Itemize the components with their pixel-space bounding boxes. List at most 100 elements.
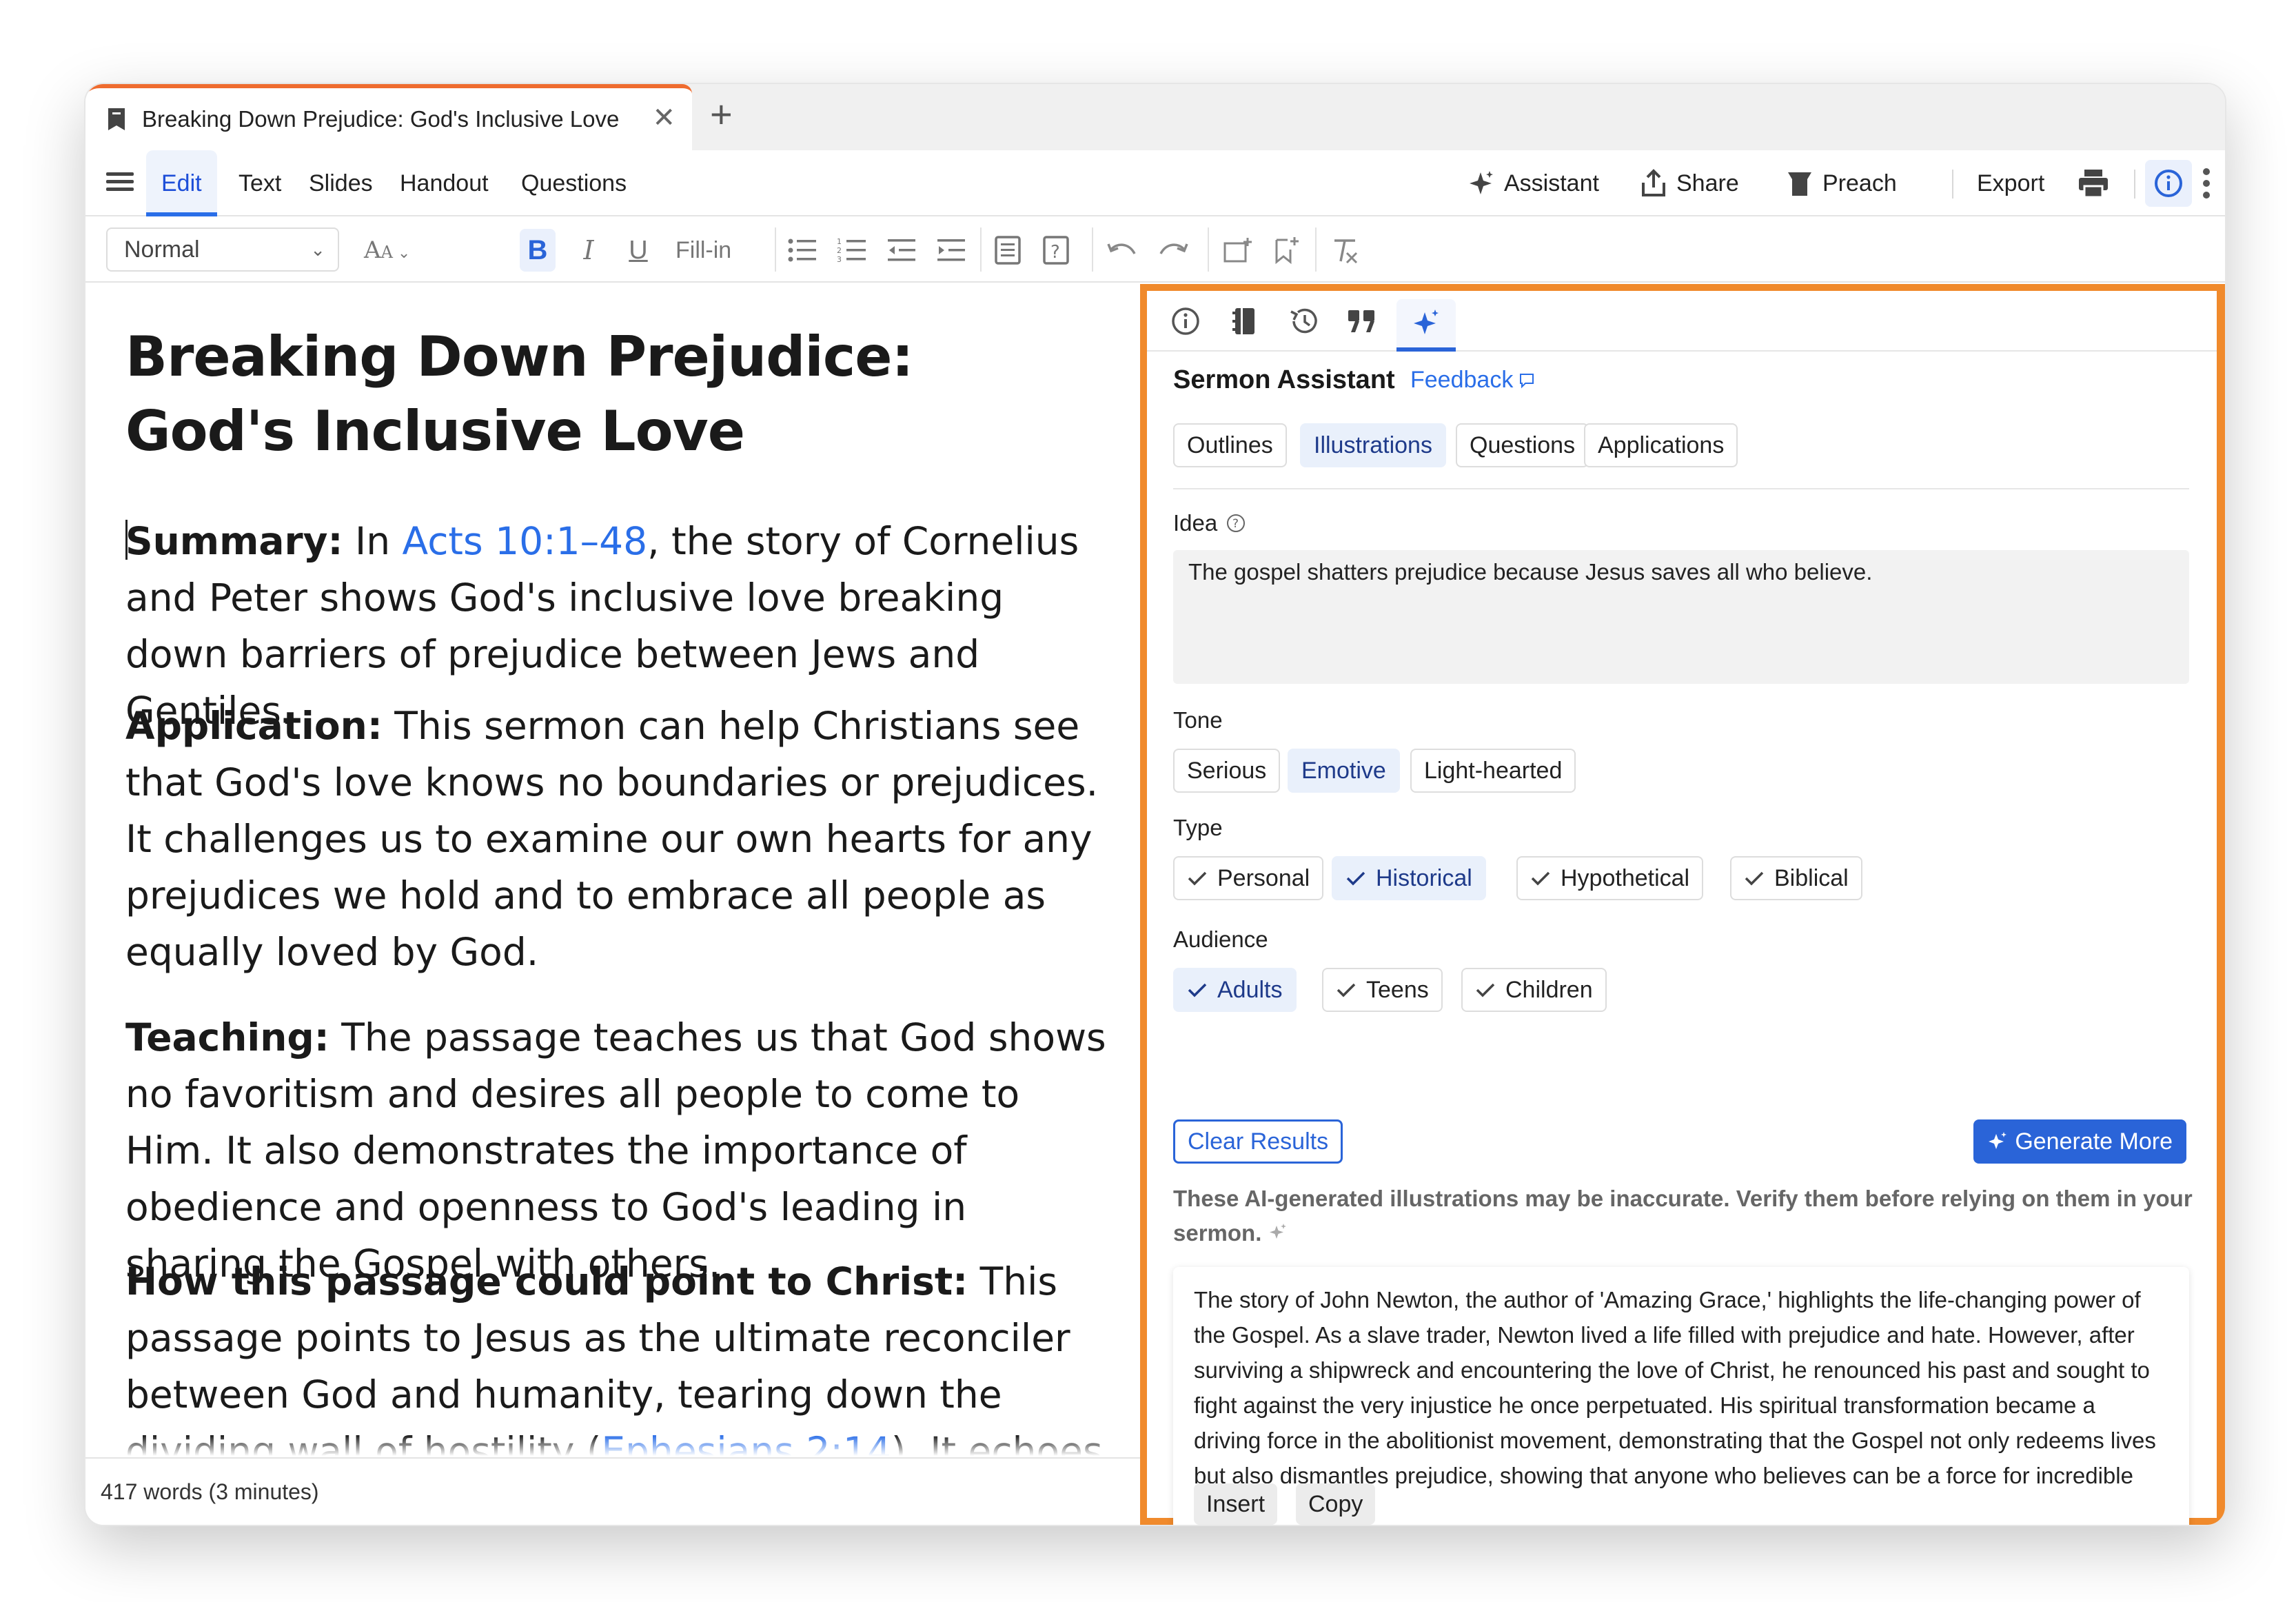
italic-icon: I xyxy=(583,235,594,265)
audience-children[interactable]: Children xyxy=(1461,968,1607,1012)
undo-icon xyxy=(1107,243,1136,254)
check-icon xyxy=(1346,871,1365,886)
print-button[interactable] xyxy=(2077,150,2109,216)
tone-label: Tone xyxy=(1173,707,1223,733)
bullet-list-icon xyxy=(788,239,816,262)
teaching-paragraph[interactable]: Teaching: The passage teaches us that Go… xyxy=(125,1009,1111,1292)
copy-button[interactable]: Copy xyxy=(1296,1483,1376,1525)
audience-children-label: Children xyxy=(1505,977,1593,1003)
feedback-label: Feedback xyxy=(1410,367,1514,393)
new-tab-button[interactable]: + xyxy=(710,94,733,135)
acts-reference-link[interactable]: Acts 10:1–48 xyxy=(403,519,648,563)
question-block-button[interactable]: ? xyxy=(1038,229,1074,272)
audience-label: Audience xyxy=(1173,926,1268,952)
mode-illustrations[interactable]: Illustrations xyxy=(1300,423,1446,467)
info-icon xyxy=(2155,170,2182,197)
christ-paragraph[interactable]: How this passage could point to Christ: … xyxy=(125,1253,1111,1456)
sparkle-icon xyxy=(1269,1224,1286,1239)
assistant-label: Assistant xyxy=(1504,170,1599,196)
check-icon xyxy=(1188,871,1207,886)
type-historical[interactable]: Historical xyxy=(1332,856,1486,900)
preach-button[interactable]: Preach xyxy=(1787,150,1897,216)
assistant-button[interactable]: Assistant xyxy=(1467,150,1599,216)
panel-tab-quotes[interactable] xyxy=(1337,299,1387,343)
chevron-down-icon: ⌄ xyxy=(310,239,325,260)
add-slide-button[interactable] xyxy=(1220,229,1256,272)
italic-button[interactable]: I xyxy=(571,229,607,272)
undo-button[interactable] xyxy=(1104,229,1140,272)
close-tab-icon[interactable]: ✕ xyxy=(652,102,675,134)
application-paragraph[interactable]: Application: This sermon can help Christ… xyxy=(125,698,1111,980)
feedback-link[interactable]: Feedback xyxy=(1410,367,1535,394)
christ-label: How this passage could point to Christ: xyxy=(125,1259,968,1304)
sermon-editor[interactable]: Breaking Down Prejudice: God's Inclusive… xyxy=(85,284,1140,1456)
outdent-button[interactable] xyxy=(884,229,920,272)
sparkle-icon xyxy=(1414,310,1439,334)
menu-text[interactable]: Text xyxy=(238,150,281,216)
idea-label: Idea ? xyxy=(1173,510,1246,536)
type-personal[interactable]: Personal xyxy=(1173,856,1324,900)
audience-teens[interactable]: Teens xyxy=(1322,968,1443,1012)
panel-tab-assistant[interactable] xyxy=(1396,299,1456,352)
summary-label: Summary: xyxy=(125,519,343,563)
clear-results-button[interactable]: Clear Results xyxy=(1173,1119,1343,1164)
tone-emotive[interactable]: Emotive xyxy=(1288,749,1400,793)
underline-button[interactable]: U xyxy=(620,229,656,272)
generate-more-button[interactable]: Generate More xyxy=(1973,1119,2186,1164)
fill-in-button[interactable]: Fill-in xyxy=(675,229,731,272)
menu-questions[interactable]: Questions xyxy=(521,150,627,216)
mode-outlines[interactable]: Outlines xyxy=(1173,423,1287,467)
toolbar-divider xyxy=(1092,227,1093,272)
document-title[interactable]: Breaking Down Prejudice: God's Inclusive… xyxy=(125,320,1090,469)
type-biblical-label: Biblical xyxy=(1774,865,1849,891)
font-size-button[interactable]: AA ⌄ xyxy=(364,229,410,272)
audience-teens-label: Teens xyxy=(1366,977,1429,1003)
bullet-list-button[interactable] xyxy=(784,229,820,272)
mode-questions[interactable]: Questions xyxy=(1456,423,1589,467)
share-button[interactable]: Share xyxy=(1640,150,1739,216)
info-button[interactable] xyxy=(2145,160,2192,207)
underline-icon: U xyxy=(629,235,648,265)
application-label: Application: xyxy=(125,704,383,748)
export-button[interactable]: Export xyxy=(1977,150,2044,216)
panel-tab-library[interactable] xyxy=(1220,299,1270,343)
type-biblical[interactable]: Biblical xyxy=(1730,856,1862,900)
generate-more-label: Generate More xyxy=(2015,1128,2173,1155)
idea-input[interactable]: The gospel shatters prejudice because Je… xyxy=(1173,550,2189,684)
menu-edit[interactable]: Edit xyxy=(146,150,217,216)
block-button[interactable] xyxy=(990,229,1026,272)
paragraph-style-select[interactable]: Normal ⌄ xyxy=(106,227,339,272)
panel-tab-info[interactable] xyxy=(1161,299,1210,343)
teaching-label: Teaching: xyxy=(125,1015,329,1059)
menu-handout[interactable]: Handout xyxy=(400,150,489,216)
redo-button[interactable] xyxy=(1155,229,1191,272)
feedback-icon xyxy=(1520,373,1534,388)
check-icon xyxy=(1337,983,1356,997)
add-bookmark-button[interactable] xyxy=(1268,229,1304,272)
help-icon[interactable]: ? xyxy=(1226,513,1246,534)
indent-button[interactable] xyxy=(933,229,969,272)
tone-light-hearted[interactable]: Light-hearted xyxy=(1410,749,1576,793)
ai-disclaimer-text: These AI-generated illustrations may be … xyxy=(1173,1186,2193,1246)
app-window: Breaking Down Prejudice: God's Inclusive… xyxy=(85,84,2225,1525)
mode-applications[interactable]: Applications xyxy=(1584,423,1738,467)
bold-button[interactable]: B xyxy=(520,229,556,272)
numbered-list-button[interactable]: 123 xyxy=(834,229,870,272)
clear-format-button[interactable] xyxy=(1328,229,1363,272)
audience-adults[interactable]: Adults xyxy=(1173,968,1297,1012)
type-label: Type xyxy=(1173,815,1223,840)
insert-button[interactable]: Insert xyxy=(1194,1483,1278,1525)
hamburger-icon[interactable] xyxy=(106,168,134,196)
more-button[interactable] xyxy=(2202,150,2211,216)
bookmark-add-icon xyxy=(1275,237,1299,265)
info-icon xyxy=(1172,307,1199,335)
menu-slides[interactable]: Slides xyxy=(309,150,373,216)
share-label: Share xyxy=(1676,170,1739,196)
type-hypothetical[interactable]: Hypothetical xyxy=(1516,856,1704,900)
export-label: Export xyxy=(1977,170,2045,196)
tab-bar: Breaking Down Prejudice: God's Inclusive… xyxy=(85,84,2225,150)
panel-tab-history[interactable] xyxy=(1279,299,1329,343)
idea-label-text: Idea xyxy=(1173,510,1218,536)
document-tab[interactable]: Breaking Down Prejudice: God's Inclusive… xyxy=(85,84,692,150)
tone-serious[interactable]: Serious xyxy=(1173,749,1281,793)
